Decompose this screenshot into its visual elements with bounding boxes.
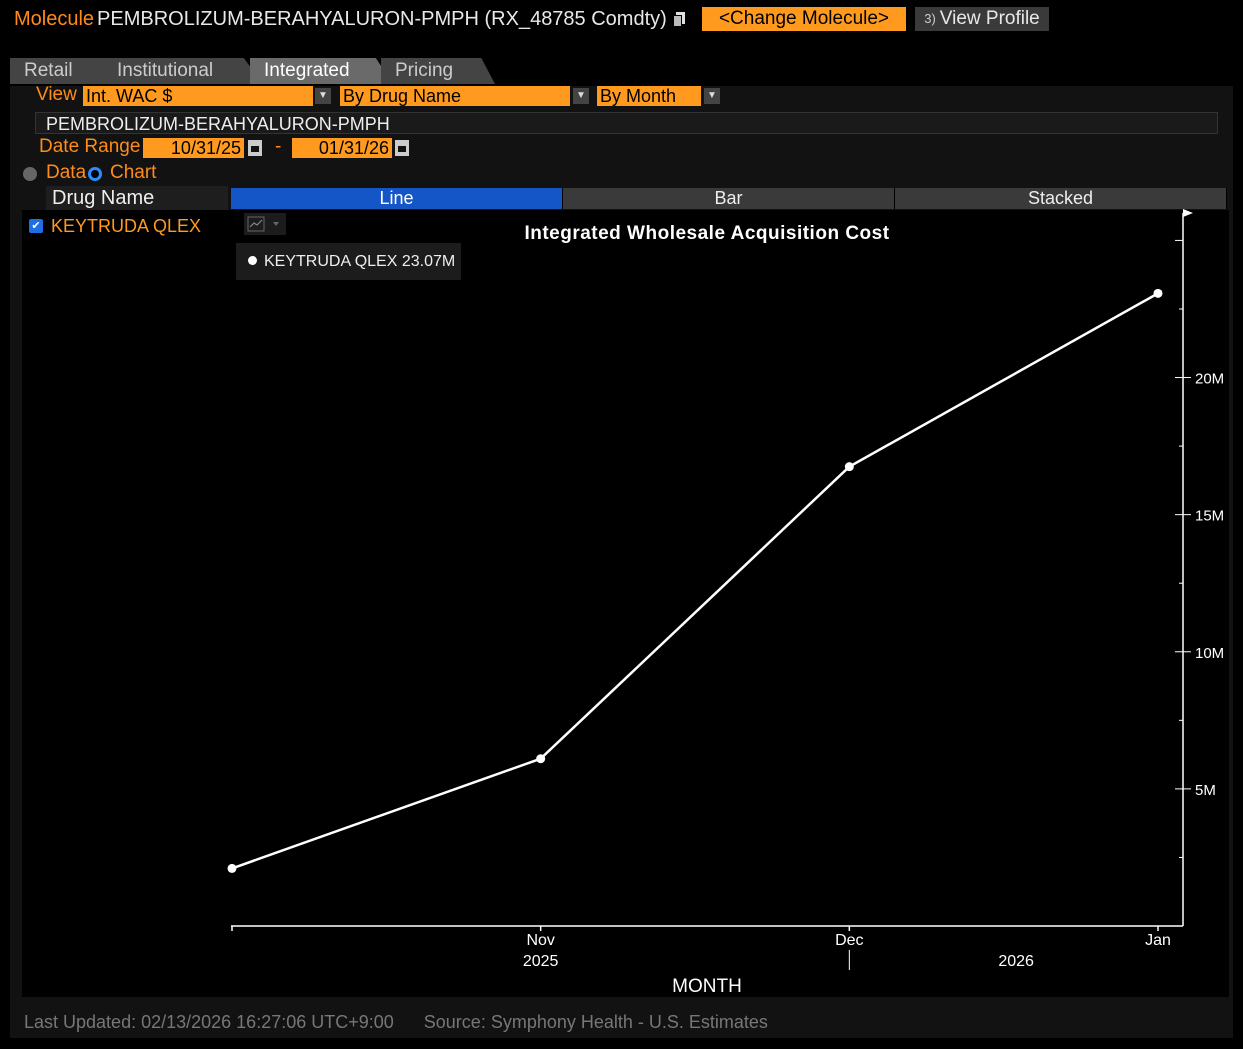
x-year-label: 2025	[523, 953, 559, 970]
y-tick-label: 15M	[1195, 508, 1224, 525]
data-source: Source: Symphony Health - U.S. Estimates	[423, 1012, 768, 1032]
data-point[interactable]	[1153, 288, 1163, 298]
x-axis-label: MONTH	[672, 976, 742, 997]
last-updated: Last Updated: 02/13/2026 16:27:06 UTC+9:…	[24, 1012, 394, 1032]
line-chart: Integrated Wholesale Acquisition Cost 5M…	[227, 209, 1224, 997]
x-tick-label: Jan	[1145, 932, 1171, 949]
y-tick-label: 10M	[1195, 645, 1224, 662]
data-point[interactable]	[844, 462, 854, 472]
y-tick-label: 5M	[1195, 782, 1216, 799]
x-year-label: 2026	[998, 953, 1034, 970]
chart-title: Integrated Wholesale Acquisition Cost	[524, 223, 889, 244]
data-point[interactable]	[536, 754, 546, 764]
data-point[interactable]	[227, 863, 237, 873]
series-line	[231, 292, 1159, 870]
x-tick-label: Nov	[526, 932, 554, 949]
footer: Last Updated: 02/13/2026 16:27:06 UTC+9:…	[24, 1012, 768, 1033]
y-tick-label: 20M	[1195, 371, 1224, 388]
y-axis-arrow	[1183, 209, 1193, 217]
x-tick-label: Dec	[835, 932, 863, 949]
